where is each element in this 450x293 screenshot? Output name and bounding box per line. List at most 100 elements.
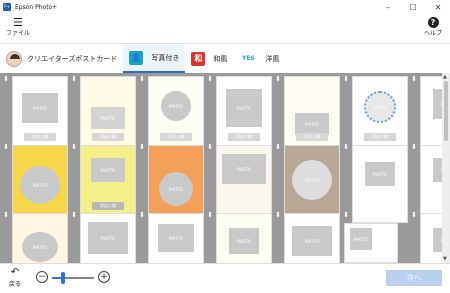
tab-japanese[interactable]: 和 和風 xyxy=(185,45,233,73)
card-button: 思出入稿 xyxy=(92,202,124,210)
help-label: ヘルプ xyxy=(423,30,442,37)
download-icon[interactable]: ⬇ xyxy=(410,143,418,152)
back-label: 戻る xyxy=(8,281,21,288)
back-arrow-icon: ↶ xyxy=(10,267,20,278)
tab-western-label: 洋風 xyxy=(265,55,280,63)
photo-placeholder: PHOTO xyxy=(22,93,58,123)
category-bar: クリエイターズポストカード 👤 写真付き 和 和風 YES 洋風 xyxy=(0,45,450,73)
photo-placeholder: PHOTO xyxy=(433,89,442,119)
hamburger-icon: ☰ xyxy=(13,16,23,29)
minimize-icon[interactable]: – xyxy=(377,0,399,14)
zoom-in-icon[interactable]: + xyxy=(98,271,110,283)
template-card[interactable]: PHOTO 思出入稿 xyxy=(80,145,136,223)
template-card[interactable]: PHOTO 思出入稿 xyxy=(284,76,340,154)
photo-placeholder: PHOTO xyxy=(295,113,329,135)
template-card[interactable]: PHOTO xyxy=(420,145,442,223)
template-card[interactable]: PHOTO xyxy=(420,76,442,154)
template-card[interactable]: PHOTO xyxy=(12,213,68,263)
photo-placeholder: PHOTO xyxy=(365,162,395,186)
maximize-icon[interactable]: ☐ xyxy=(402,0,424,14)
template-card[interactable]: PHOTO xyxy=(352,145,408,223)
photo-placeholder: PHOTO xyxy=(433,228,442,252)
creator-avatar-icon xyxy=(6,51,22,67)
download-icon[interactable]: ⬇ xyxy=(410,211,418,220)
download-icon[interactable]: ⬇ xyxy=(206,143,214,152)
download-icon[interactable]: ⬇ xyxy=(2,143,10,152)
card-button: 思出入稿 xyxy=(296,133,328,141)
template-card[interactable]: PHOTO 思出入稿 xyxy=(148,76,204,154)
download-icon[interactable]: ⬇ xyxy=(206,211,214,220)
download-icon[interactable]: ⬇ xyxy=(342,143,350,152)
photo-placeholder: PHOTO xyxy=(433,158,442,182)
download-icon[interactable]: ⬇ xyxy=(70,143,78,152)
download-icon[interactable]: ⬇ xyxy=(70,211,78,220)
file-menu-button[interactable]: ☰ ファイル xyxy=(3,16,33,42)
template-card[interactable]: PHOTO xyxy=(12,145,68,223)
template-card[interactable]: PHOTO xyxy=(344,223,398,263)
download-icon[interactable]: ⬇ xyxy=(138,75,146,84)
download-icon[interactable]: ⬇ xyxy=(138,211,146,220)
zoom-out-icon[interactable]: − xyxy=(36,271,48,283)
tab-photo-label: 写真付き xyxy=(151,54,180,62)
photo-person-icon: 👤 xyxy=(129,51,144,65)
template-card[interactable]: PHOTO xyxy=(216,145,272,223)
card-button: 思出入稿 xyxy=(160,133,192,141)
photo-placeholder: PHOTO xyxy=(20,166,60,204)
template-card[interactable]: PHOTO 思出入稿 xyxy=(352,76,408,154)
photo-placeholder: PHOTO xyxy=(226,89,262,127)
download-icon[interactable]: ⬇ xyxy=(2,211,10,220)
download-icon[interactable]: ⬇ xyxy=(138,143,146,152)
toolbar: ☰ ファイル ? ヘルプ xyxy=(0,14,450,44)
photo-placeholder: PHOTO xyxy=(222,154,266,184)
template-card[interactable]: PHOTO xyxy=(216,213,272,263)
photo-placeholder: PHOTO xyxy=(88,222,128,254)
download-icon[interactable]: ⬇ xyxy=(2,75,10,84)
template-card[interactable]: PHOTO xyxy=(148,145,204,223)
photo-placeholder: PHOTO xyxy=(91,107,125,129)
scroll-thumb[interactable] xyxy=(444,81,448,141)
photo-placeholder: PHOTO xyxy=(161,91,191,121)
vertical-scrollbar[interactable]: ▲ ▼ xyxy=(442,73,450,263)
photo-placeholder: PHOTO xyxy=(22,232,58,262)
photo-placeholder: PHOTO xyxy=(91,158,125,182)
template-card[interactable]: PHOTO xyxy=(420,213,442,263)
download-icon[interactable]: ⬇ xyxy=(70,75,78,84)
next-button[interactable]: 次へ xyxy=(386,270,442,286)
download-icon[interactable]: ⬇ xyxy=(342,211,350,220)
scroll-up-icon[interactable]: ▲ xyxy=(443,74,447,80)
card-button: 思出入稿 xyxy=(24,133,56,141)
app-title: Epson Photo+ xyxy=(15,3,58,11)
card-button: 思出入稿 xyxy=(364,133,396,141)
scroll-down-icon[interactable]: ▼ xyxy=(443,256,447,262)
bottom-bar: ↶ 戻る − + 次へ xyxy=(0,263,450,293)
app-icon: P+ xyxy=(3,3,11,11)
template-card[interactable]: PHOTO 思出入稿 xyxy=(216,76,272,154)
download-icon[interactable]: ⬇ xyxy=(274,75,282,84)
template-card[interactable]: PHOTO xyxy=(284,145,340,223)
file-label: ファイル xyxy=(5,30,30,37)
template-card[interactable]: PHOTO 思出入稿 xyxy=(12,76,68,154)
photo-placeholder: PHOTO xyxy=(364,91,396,123)
tab-japanese-label: 和風 xyxy=(213,55,228,63)
back-button[interactable]: ↶ 戻る xyxy=(4,267,26,288)
help-icon: ? xyxy=(427,17,439,28)
zoom-slider-track xyxy=(66,277,94,279)
category-label: クリエイターズポストカード xyxy=(27,55,118,63)
download-icon[interactable]: ⬇ xyxy=(342,75,350,84)
template-card[interactable]: PHOTO xyxy=(148,213,204,263)
zoom-slider-knob[interactable] xyxy=(61,272,65,284)
tab-western[interactable]: YES 洋風 xyxy=(233,45,285,73)
photo-placeholder: PHOTO xyxy=(159,172,193,206)
template-card[interactable]: PHOTO xyxy=(80,213,136,263)
template-card[interactable]: PHOTO xyxy=(284,213,340,263)
download-icon[interactable]: ⬇ xyxy=(274,211,282,220)
template-card[interactable]: PHOTO 思出入稿 xyxy=(80,76,136,154)
template-grid: ⬇ PHOTO 思出入稿 ⬇ PHOTO 思出入稿 ⬇ PHOTO 思出入稿 ⬇… xyxy=(0,73,442,263)
tab-photo[interactable]: 👤 写真付き xyxy=(123,45,186,73)
download-icon[interactable]: ⬇ xyxy=(274,143,282,152)
download-icon[interactable]: ⬇ xyxy=(410,75,418,84)
photo-placeholder: PHOTO xyxy=(158,224,194,252)
close-icon[interactable]: ✕ xyxy=(427,0,449,14)
download-icon[interactable]: ⬇ xyxy=(206,75,214,84)
help-button[interactable]: ? ヘルプ xyxy=(418,16,448,42)
